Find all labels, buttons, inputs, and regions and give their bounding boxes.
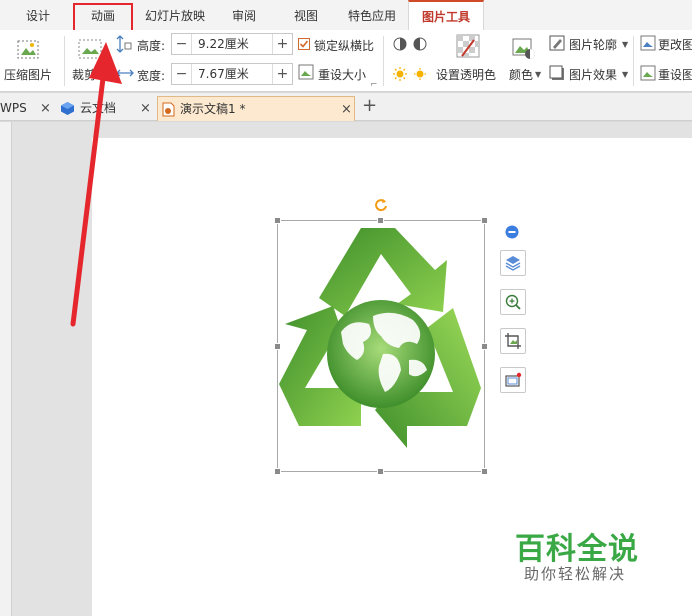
- resize-handle-left[interactable]: [274, 343, 281, 350]
- close-icon[interactable]: ×: [140, 96, 151, 121]
- new-tab-plus-icon[interactable]: +: [362, 95, 377, 116]
- crop-tool-icon: [505, 333, 521, 349]
- layers-icon: [505, 256, 521, 271]
- picture-outline-label: 图片轮廓: [569, 38, 618, 52]
- doc-tab-wps[interactable]: WPS ×: [0, 96, 52, 121]
- watermark-subtitle: 助你轻松解决: [524, 565, 627, 583]
- checkmark-icon: [299, 40, 309, 48]
- compress-picture-icon: [17, 40, 39, 59]
- color-dropdown-icon: ▼: [535, 70, 542, 79]
- doc-tab-presentation[interactable]: 演示文稿1 * ×: [157, 96, 355, 121]
- height-field[interactable]: − 9.22厘米 +: [171, 33, 293, 55]
- picture-color-icon: [512, 38, 535, 59]
- picture-outline-icon: [549, 35, 565, 51]
- resize-handle-top-left[interactable]: [274, 217, 281, 224]
- lock-ratio-checkbox[interactable]: [298, 38, 310, 50]
- resize-handle-bottom[interactable]: [377, 468, 384, 475]
- tab-review[interactable]: 审阅: [218, 0, 270, 30]
- height-decrease-button[interactable]: −: [172, 34, 192, 54]
- color-label: 颜色: [509, 68, 534, 82]
- ribbon-separator: [633, 36, 634, 86]
- resize-handle-top[interactable]: [377, 217, 384, 224]
- change-picture-icon: [640, 35, 656, 51]
- close-icon[interactable]: ×: [341, 97, 352, 122]
- doc-tab-label: 演示文稿1 *: [180, 102, 246, 116]
- ribbon-separator: [383, 36, 384, 86]
- transparent-color-icon: [456, 34, 480, 58]
- crop-tool-button[interactable]: [500, 328, 526, 354]
- width-field[interactable]: − 7.67厘米 +: [171, 63, 293, 85]
- outline-dropdown-icon: ▼: [622, 40, 629, 49]
- doc-tab-label: WPS: [0, 101, 27, 115]
- resize-handle-bottom-left[interactable]: [274, 468, 281, 475]
- contrast-increase-icon[interactable]: [392, 36, 408, 52]
- lock-ratio-label: 锁定纵横比: [314, 39, 375, 53]
- watermark-title: 百科全说: [515, 532, 639, 567]
- picture-frame-button[interactable]: [500, 367, 526, 393]
- transparent-color-label: 设置透明色: [436, 68, 497, 82]
- change-picture-label: 更改图: [658, 38, 692, 52]
- reset-picture-icon: [640, 65, 656, 81]
- zoom-in-icon: [505, 294, 521, 310]
- resize-handle-right[interactable]: [481, 343, 488, 350]
- close-icon[interactable]: ×: [40, 96, 51, 121]
- height-value: 9.22厘米: [198, 37, 249, 51]
- brightness-decrease-icon[interactable]: [412, 66, 428, 82]
- picture-effect-icon: [549, 65, 564, 80]
- tab-slideshow[interactable]: 幻灯片放映: [133, 0, 217, 30]
- annotation-arrow: [70, 42, 122, 327]
- dialog-launcher-icon[interactable]: ⌐: [370, 80, 378, 90]
- height-increase-button[interactable]: +: [272, 34, 292, 54]
- height-label: 高度:: [137, 39, 166, 53]
- collapse-minus-icon[interactable]: [505, 225, 519, 239]
- width-decrease-button[interactable]: −: [172, 64, 192, 84]
- tab-design[interactable]: 设计: [12, 0, 64, 30]
- presentation-file-icon: [162, 102, 175, 117]
- zoom-button[interactable]: [500, 289, 526, 315]
- tab-picture-tools[interactable]: 图片工具: [408, 0, 484, 30]
- rotate-handle-icon[interactable]: [373, 197, 389, 213]
- effect-dropdown-icon: ▼: [622, 70, 629, 79]
- reset-size-label: 重设大小: [318, 68, 367, 82]
- contrast-decrease-icon[interactable]: [412, 36, 428, 52]
- reset-picture-label: 重设图: [658, 68, 692, 82]
- picture-frame-icon: [505, 372, 522, 387]
- width-value: 7.67厘米: [198, 67, 249, 81]
- picture-effect-label: 图片效果: [569, 68, 618, 82]
- compress-picture-label: 压缩图片: [4, 68, 53, 82]
- layer-button[interactable]: [500, 250, 526, 276]
- width-label: 宽度:: [137, 69, 166, 83]
- tab-special[interactable]: 特色应用: [338, 0, 406, 30]
- resize-handle-bottom-right[interactable]: [481, 468, 488, 475]
- reset-size-icon: [298, 64, 314, 80]
- brightness-increase-icon[interactable]: [392, 66, 408, 82]
- resize-handle-top-right[interactable]: [481, 217, 488, 224]
- width-increase-button[interactable]: +: [272, 64, 292, 84]
- tab-view[interactable]: 视图: [280, 0, 332, 30]
- selection-box: [277, 220, 485, 472]
- slide-thumbnail-panel[interactable]: [0, 122, 12, 616]
